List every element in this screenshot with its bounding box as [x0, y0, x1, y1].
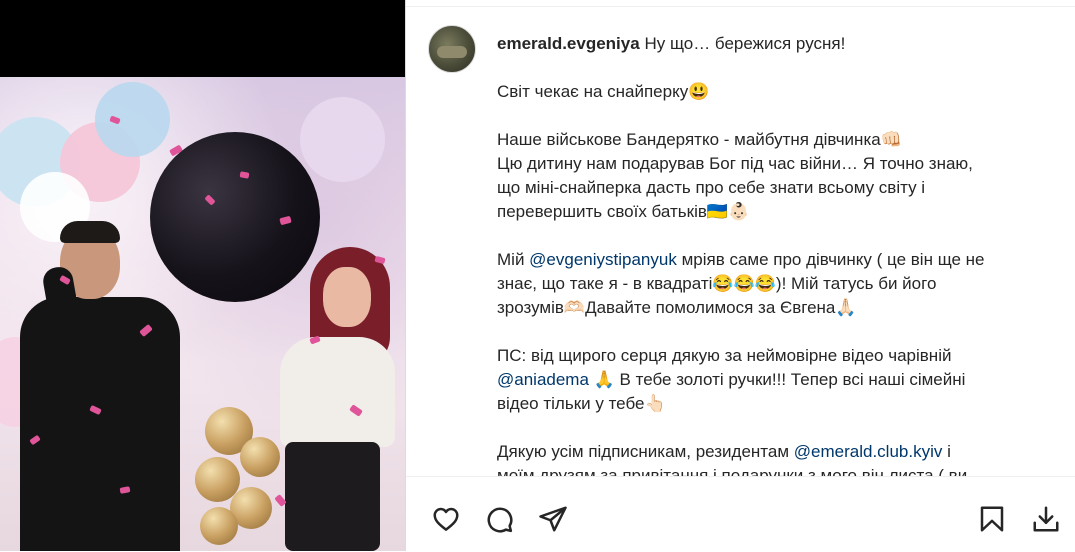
- bookmark-icon[interactable]: [974, 501, 1010, 537]
- heart-icon[interactable]: [428, 501, 464, 537]
- woman-figure: [265, 247, 405, 551]
- caption-text: ПС: від щирого серця дякую за неймовірне…: [497, 346, 952, 365]
- caption-text: Цю дитину нам подарував Бог під час війн…: [497, 154, 973, 173]
- mention-link[interactable]: @emerald.club.kyiv: [794, 442, 943, 461]
- download-icon[interactable]: [1028, 501, 1064, 537]
- gold-balloon: [200, 507, 238, 545]
- balloon: [300, 97, 385, 182]
- man-figure: [20, 221, 185, 551]
- caption-text: і: [942, 442, 951, 461]
- post-caption: emerald.evgeniya Ну що… бережися русня! …: [497, 32, 1057, 476]
- caption-text: перевершить своїх батьків🇺🇦👶🏻: [497, 202, 750, 221]
- mention-link[interactable]: @aniadema: [497, 370, 589, 389]
- top-divider: [406, 0, 1075, 7]
- caption-text: відео тільки у тебе👆🏻: [497, 394, 666, 413]
- caption-text: Світ чекає на снайперку😃: [497, 82, 710, 101]
- avatar[interactable]: [428, 25, 476, 73]
- caption-text: мріяв саме про дівчинку ( це він ще не: [676, 250, 985, 269]
- caption-text: моїм друзям за привітання і подарунки з …: [497, 466, 968, 476]
- caption-text: Дякую усім підписникам, резидентам: [497, 442, 794, 461]
- comment-icon[interactable]: [481, 501, 517, 537]
- caption-text: що міні-снайперка дасть про себе знати в…: [497, 178, 926, 197]
- caption-text: Ну що… бережися русня!: [644, 34, 846, 53]
- caption-text: знає, що таке я - в квадраті😂😂😂)! Мій та…: [497, 274, 937, 293]
- post-media[interactable]: [0, 0, 405, 551]
- post-photo: [0, 77, 405, 551]
- balloon: [95, 82, 170, 157]
- action-bar: [406, 476, 1075, 552]
- confetti: [239, 171, 250, 179]
- caption-text: зрозумів🫶🏻Давайте помолимося за Євгена🙏🏻: [497, 298, 857, 317]
- send-icon[interactable]: [535, 501, 571, 537]
- caption-text: 🙏 В тебе золоті ручки!!! Тепер всі наші …: [588, 370, 966, 389]
- post-sidebar: emerald.evgeniya Ну що… бережися русня! …: [405, 0, 1075, 551]
- caption-text: Мій: [497, 250, 530, 269]
- username-link[interactable]: emerald.evgeniya: [497, 34, 640, 53]
- caption-text: Наше військове Бандерятко - майбутня дів…: [497, 130, 902, 149]
- mention-link[interactable]: @evgeniystipanyuk: [529, 250, 677, 269]
